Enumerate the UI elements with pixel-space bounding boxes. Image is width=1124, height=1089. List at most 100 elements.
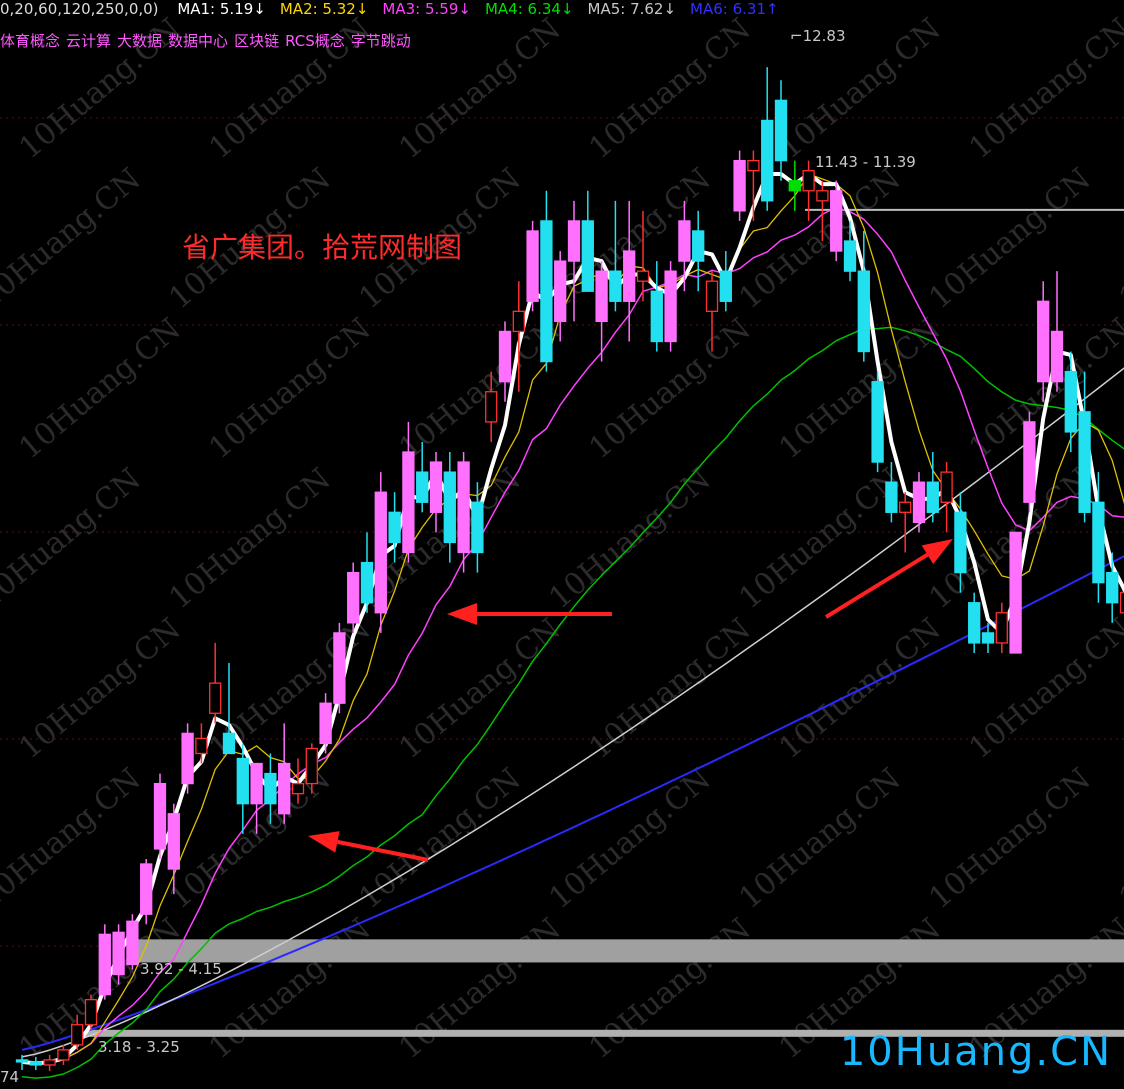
candle-body (857, 270, 870, 353)
upper-zone-label: 11.43 - 11.39 (815, 153, 916, 171)
candle-body (84, 998, 98, 1026)
candle-body (98, 933, 111, 996)
candle-body (485, 391, 498, 423)
watermark-text: 10Huang.CN (203, 312, 378, 467)
candle-body (802, 170, 815, 192)
candle-body (1064, 370, 1077, 433)
concept-tag: 字节跳动 (350, 32, 411, 50)
candle (650, 261, 663, 352)
candle-body (457, 461, 470, 554)
candle (526, 220, 539, 312)
candle-body (153, 782, 167, 850)
ma-legend-item: MA1: 5.19↓ (177, 0, 266, 18)
candle (940, 462, 953, 533)
candle-body (222, 732, 236, 755)
candle (581, 190, 594, 292)
candle-body (112, 931, 125, 976)
candle-body (692, 230, 705, 262)
watermark-text: 10Huang.CN (163, 462, 338, 617)
candle-body (968, 602, 981, 644)
candle-body (595, 270, 608, 323)
watermark-text: 10Huang.CN (0, 462, 147, 617)
watermark-text: 10Huang.CN (963, 12, 1124, 167)
candle-body (250, 762, 263, 805)
candle (84, 994, 98, 1030)
candle-body (650, 290, 663, 343)
candle-body (623, 250, 636, 302)
candle (209, 642, 222, 724)
candle-body (1119, 592, 1124, 614)
candle-body (43, 1059, 56, 1066)
candle-body (416, 471, 429, 503)
candle (995, 602, 1008, 653)
bottom-zone-label: 3.18 - 3.25 (98, 1038, 180, 1056)
candle-body (747, 159, 760, 172)
candle (540, 190, 553, 372)
candle-body (636, 270, 650, 282)
concept-tag: RCS概念 (285, 32, 345, 50)
candle-body (264, 772, 277, 805)
concept-tag: 区块链 (234, 32, 280, 50)
candle-body (167, 813, 180, 870)
ma-header: 0,20,60,120,250,0,0) MA1: 5.19↓ MA2: 5.32… (0, 0, 807, 22)
candle-body (526, 230, 539, 302)
watermark-text: 10Huang.CN (543, 462, 718, 617)
candle (899, 492, 912, 553)
brand-logo: 10Huang.CN (839, 1029, 1112, 1075)
lower-zone-label: 3.92 - 4.15 (140, 960, 222, 978)
candle-body (1037, 300, 1050, 383)
candle (788, 160, 801, 211)
candle-body (995, 612, 1008, 644)
watermark-text: 10Huang.CN (733, 462, 908, 617)
watermark-text: 10Huang.CN (0, 762, 147, 917)
candle-body (1009, 531, 1022, 654)
concept-tag: 云计算 (66, 32, 112, 50)
candle-body (1078, 411, 1091, 513)
watermark-text: 10Huang.CN (543, 762, 718, 917)
concept-tag: 数据中心 (168, 32, 229, 50)
watermark-text: 10Huang.CN (203, 912, 378, 1067)
watermark-text: 10Huang.CN (13, 312, 188, 467)
watermark-text: 10Huang.CN (583, 912, 758, 1067)
candle (926, 452, 939, 523)
candle-body (899, 501, 912, 513)
arrow-head (447, 603, 477, 625)
candle-body (705, 280, 719, 312)
candle-body (333, 632, 346, 704)
candlestick-chart: 10Huang.CN 10Huang.CN 10Huang.CN 10Huang.CN… (0, 12, 1124, 1079)
candle-body (926, 481, 939, 513)
candle (664, 261, 677, 352)
candle-body (554, 260, 567, 323)
candle-body (1050, 330, 1064, 383)
candle-body (71, 1024, 84, 1046)
watermark-text: 10Huang.CN (583, 12, 758, 167)
candle-body (195, 737, 208, 755)
candle (1078, 371, 1091, 523)
candle (733, 150, 746, 221)
candle-body (278, 762, 291, 815)
candle (1009, 531, 1022, 654)
candle (968, 592, 981, 653)
concept-tag: 体育概念 (0, 32, 61, 50)
candle (692, 210, 705, 292)
watermark-text: 10Huang.CN (923, 762, 1098, 917)
ma-legend-item: MA6: 6.31↑ (690, 0, 779, 18)
candle-body (761, 119, 774, 202)
peak-price-label: ⌐12.83 (790, 27, 846, 45)
candle-body (609, 270, 622, 302)
candle-body (236, 757, 249, 805)
candle-body (1092, 501, 1105, 584)
candle (747, 150, 760, 221)
ma-legend: MA1: 5.19↓ MA2: 5.32↓ MA3: 5.59↓ MA4: 6.34↓… (177, 0, 792, 18)
candle (719, 251, 732, 312)
candle-body (871, 381, 884, 463)
candle (1106, 552, 1119, 623)
watermark-text: 10Huang.CN (393, 612, 568, 767)
watermark-text: 10Huang.CN (733, 762, 908, 917)
candle-body (954, 511, 967, 574)
chart-annotation: 省广集团。拾荒网制图 (182, 231, 463, 264)
candle (761, 67, 774, 211)
ma-params: 0,20,60,120,250,0,0) (0, 0, 159, 18)
ma-legend-item: MA5: 7.62↓ (587, 0, 677, 18)
candle-body (181, 732, 194, 785)
